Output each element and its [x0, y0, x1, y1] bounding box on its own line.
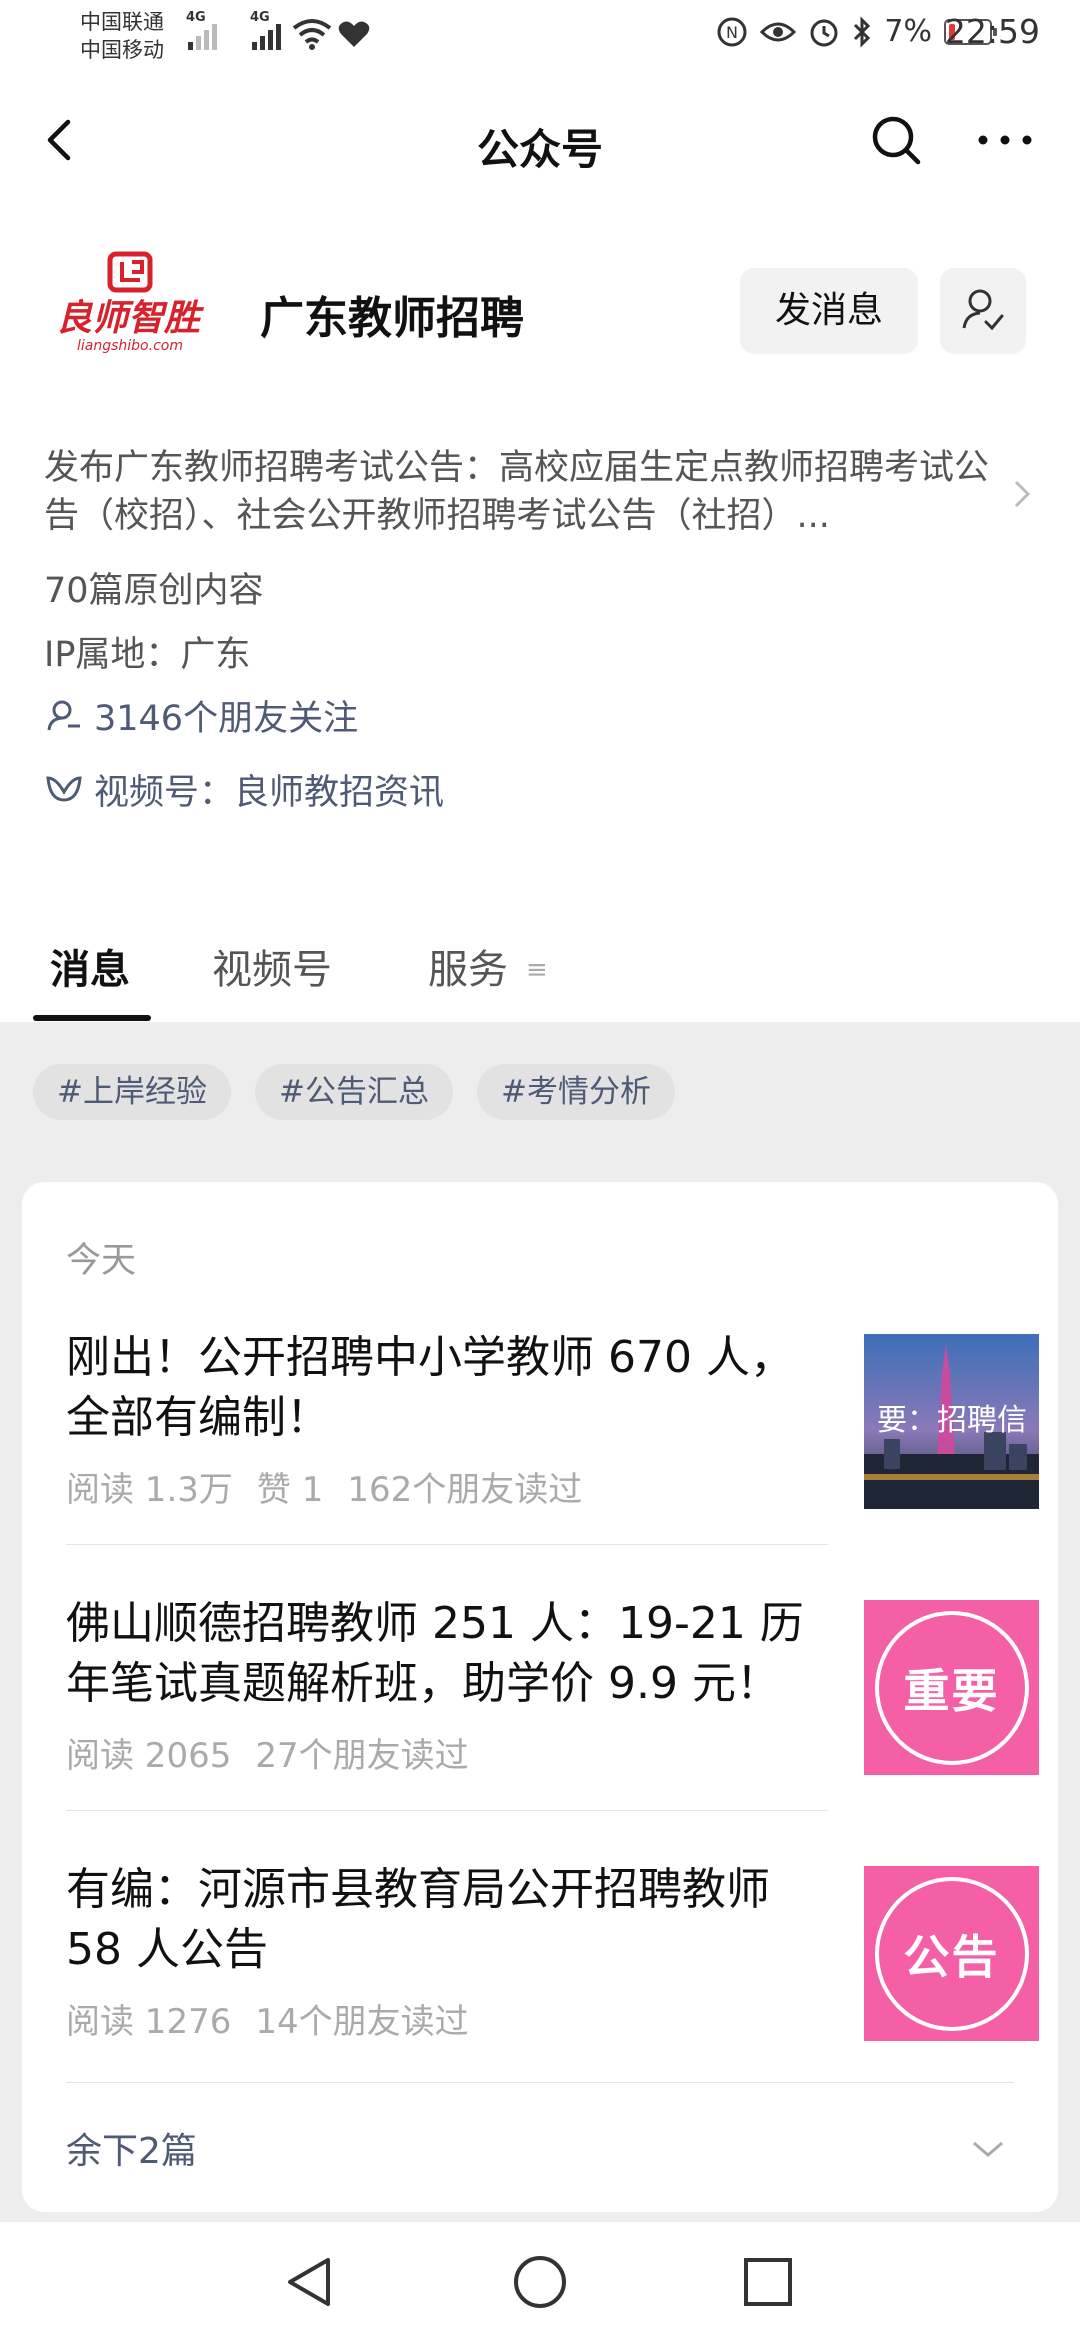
message-card: 今天 刚出！公开招聘中小学教师 670 人，全部有编制！ 阅读 1.3万 赞 1… [22, 1182, 1058, 2212]
chip-experience[interactable]: #上岸经验 [33, 1064, 231, 1120]
chevron-down-icon[interactable] [968, 2137, 1008, 2161]
search-icon[interactable] [868, 112, 924, 168]
account-logo: 良师智胜 liangshibo.com [56, 251, 205, 354]
channel-icon [46, 775, 82, 802]
followed-user-icon [962, 289, 1004, 331]
article-item[interactable]: 有编：河源市县教育局公开招聘教师 58 人公告 阅读 1276 14个朋友读过 … [66, 1860, 1039, 2050]
topic-chips: #上岸经验 #公告汇总 #考情分析 [33, 1064, 675, 1120]
friends-following[interactable]: 3146个朋友关注 [44, 690, 358, 741]
chevron-right-icon[interactable] [1010, 476, 1034, 512]
network-type-2: 4G [250, 10, 270, 25]
article-friends-read: 27个朋友读过 [255, 1736, 469, 1776]
battery-percent: 7% [884, 14, 932, 49]
thumbnail-badge: 公告 [874, 1876, 1029, 2031]
network-type-1: 4G [186, 10, 206, 25]
carrier-labels: 中国联通 中国移动 [80, 8, 164, 64]
article-meta: 阅读 2065 27个朋友读过 [66, 1728, 469, 1777]
article-thumbnail: 要：招聘信 [864, 1334, 1039, 1509]
menu-icon: ≡ [526, 955, 548, 985]
tab-messages[interactable]: 消息 [50, 937, 130, 995]
article-thumbnail: 重要 [864, 1600, 1039, 1775]
logo-subtext: liangshibo.com [77, 338, 183, 354]
article-likes: 赞 1 [256, 1470, 324, 1510]
divider [66, 1810, 828, 1811]
heart-icon [338, 21, 370, 47]
article-title: 刚出！公开招聘中小学教师 670 人，全部有编制！ [66, 1332, 794, 1443]
article-item[interactable]: 佛山顺德招聘教师 251 人：19-21 历年笔试真题解析班，助学价 9.9 元… [66, 1594, 1039, 1784]
signal-icon: 4G [186, 10, 217, 50]
logo-text: 良师智胜 [56, 298, 205, 339]
wifi-icon [292, 19, 332, 50]
tab-bar: 消息 视频号 服务 ≡ [0, 915, 1080, 1022]
article-reads: 阅读 1.3万 [66, 1470, 233, 1510]
article-reads: 阅读 2065 [66, 1736, 232, 1776]
article-thumbnail: 公告 [864, 1866, 1039, 2041]
eye-icon [760, 22, 797, 41]
tab-channels[interactable]: 视频号 [212, 937, 332, 995]
nav-back-icon[interactable] [282, 2252, 338, 2312]
article-title: 有编：河源市县教育局公开招聘教师 58 人公告 [66, 1864, 770, 1975]
article-reads: 阅读 1276 [66, 2002, 232, 2042]
status-bar: 中国联通 中国移动 4G 4G N 7% 22:59 [0, 0, 1080, 72]
divider [66, 2082, 1014, 2083]
chip-announcements[interactable]: #公告汇总 [254, 1064, 453, 1120]
system-nav-bar [0, 2222, 1080, 2340]
article-item[interactable]: 刚出！公开招聘中小学教师 670 人，全部有编制！ 阅读 1.3万 赞 1 16… [66, 1328, 1039, 1518]
tab-underline [33, 1015, 151, 1021]
article-meta: 阅读 1.3万 赞 1 162个朋友读过 [66, 1462, 582, 1511]
remaining-articles-link[interactable]: 余下2篇 [66, 2122, 197, 2174]
article-title: 佛山顺德招聘教师 251 人：19-21 历年笔试真题解析班，助学价 9.9 元… [66, 1598, 804, 1709]
thumbnail-badge: 重要 [874, 1610, 1029, 1765]
article-meta: 阅读 1276 14个朋友读过 [66, 1994, 469, 2043]
data-saver-icon: N [717, 17, 747, 46]
nav-bar: 公众号 [0, 90, 1080, 190]
follow-button[interactable] [940, 268, 1026, 354]
divider [66, 1544, 828, 1545]
thumbnail-caption: 要：招聘信 [877, 1403, 1027, 1438]
date-header: 今天 [66, 1241, 137, 1281]
signal-icon: 4G [250, 10, 281, 50]
tab-services[interactable]: 服务 [428, 937, 508, 995]
nav-home-icon[interactable] [510, 2252, 570, 2312]
chip-analysis[interactable]: #考情分析 [476, 1064, 675, 1120]
article-friends-read: 162个朋友读过 [347, 1470, 583, 1510]
ip-location: IP属地：广东 [44, 635, 251, 675]
friends-following-label: 3146个朋友关注 [94, 699, 359, 739]
channel-label: 视频号：良师教招资讯 [94, 773, 445, 813]
alarm-icon [810, 19, 838, 46]
bluetooth-icon [854, 15, 871, 48]
original-count: 70篇原创内容 [44, 571, 264, 611]
header-area: 中国联通 中国移动 4G 4G N 7% 22:59 公众号 良师智胜 lian… [0, 0, 1080, 1022]
more-icon[interactable] [970, 112, 1040, 168]
account-description[interactable]: 发布广东教师招聘考试公告：高校应届生定点教师招聘考试公告（校招）、社会公开教师招… [44, 444, 1004, 540]
clock: 22:59 [944, 12, 1040, 51]
account-name: 广东教师招聘 [260, 293, 524, 344]
carrier-1: 中国联通 [80, 10, 164, 34]
send-message-button[interactable]: 发消息 [740, 268, 918, 354]
nav-recents-icon[interactable] [740, 2252, 796, 2312]
user-icon [47, 700, 80, 730]
carrier-2: 中国移动 [80, 38, 164, 62]
channel-link[interactable]: 视频号：良师教招资讯 [44, 764, 444, 815]
svg-text:N: N [726, 23, 738, 42]
article-friends-read: 14个朋友读过 [255, 2002, 469, 2042]
